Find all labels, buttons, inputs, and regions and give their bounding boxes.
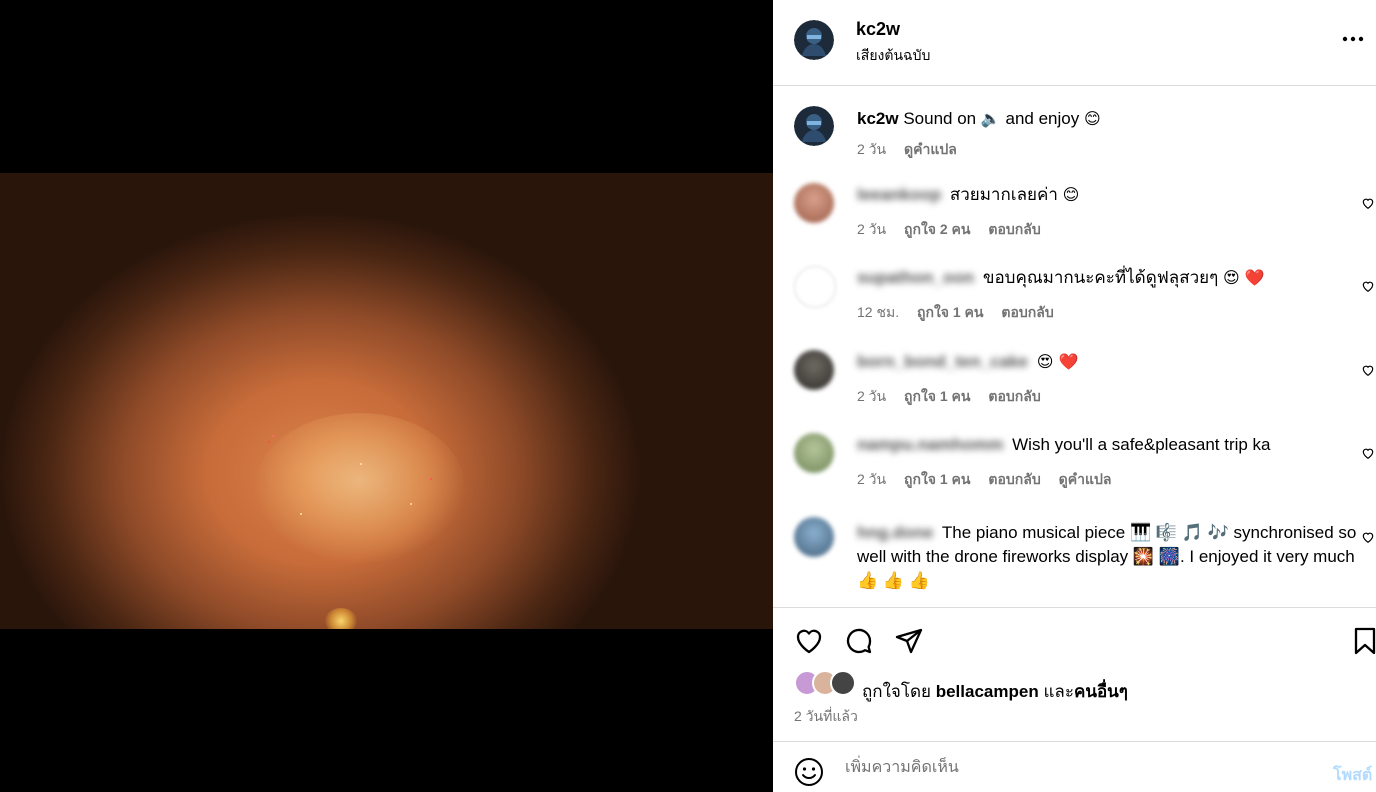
- comment-meta: 2 วัน ถูกใจ 2 คน ตอบกลับ: [857, 219, 1055, 241]
- comment-heart-icon[interactable]: [1361, 446, 1375, 460]
- comment-time: 2 วัน: [857, 221, 887, 237]
- smiley-icon[interactable]: [794, 757, 824, 787]
- post-media: [0, 0, 773, 792]
- comment-likes[interactable]: ถูกใจ 1 คน: [904, 388, 971, 404]
- speaker-emoji: 🔈: [980, 109, 1001, 128]
- comment-input[interactable]: [843, 755, 1287, 781]
- bookmark-icon[interactable]: [1349, 625, 1376, 657]
- comments-list[interactable]: kc2w Sound on 🔈 and enjoy 😊 2 วัน ดูคำแป…: [773, 86, 1376, 607]
- firework-spark: [410, 503, 412, 505]
- others-link[interactable]: คนอื่นๆ: [1074, 682, 1128, 701]
- comment-username[interactable]: hng.done: [857, 523, 933, 542]
- comment-text: born_bond_ten_cake 😍 ❤️: [857, 352, 1079, 371]
- reply-button[interactable]: ตอบกลับ: [988, 221, 1040, 237]
- post-header: kc2w เสียงต้นฉบับ: [773, 0, 1376, 86]
- comment-text: nampu.namhomm Wish you'll a safe&pleasan…: [857, 435, 1271, 454]
- post-timestamp[interactable]: 2 วันที่แล้ว: [794, 706, 858, 728]
- comment-text: supathon_oon ขอบคุณมากนะคะที่ได้ดูฟลุสวย…: [857, 268, 1265, 287]
- paper-plane-icon[interactable]: [893, 625, 925, 657]
- firework-burst-small: [325, 608, 357, 629]
- heart-icon[interactable]: [793, 625, 825, 657]
- comment-time: 12 ชม.: [857, 304, 900, 320]
- avatar[interactable]: [794, 106, 834, 146]
- fireworks-video[interactable]: [0, 173, 773, 629]
- caption-time: 2 วัน: [857, 141, 887, 157]
- reply-button[interactable]: ตอบกลับ: [988, 471, 1040, 487]
- avatar[interactable]: [794, 20, 834, 60]
- caption-meta: 2 วัน ดูคำแปล: [857, 139, 971, 161]
- post-caption: kc2w Sound on 🔈 and enjoy 😊 2 วัน ดูคำแป…: [773, 106, 1376, 176]
- post-author-username[interactable]: kc2w: [856, 19, 900, 40]
- comment-likes[interactable]: ถูกใจ 1 คน: [917, 304, 984, 320]
- firework-spark: [360, 463, 362, 465]
- comment-item: nampu.namhomm Wish you'll a safe&pleasan…: [773, 433, 1376, 503]
- post-panel: kc2w เสียงต้นฉบับ kc2w Sound on 🔈 and en…: [773, 0, 1376, 792]
- see-translation-button[interactable]: ดูคำแปล: [904, 141, 957, 157]
- comment-text: leeankoop สวยมากเลยค่า 😊: [857, 185, 1080, 204]
- smile-emoji: 😊: [1083, 109, 1101, 128]
- more-horizontal-icon: [1342, 36, 1364, 42]
- comment-time: 2 วัน: [857, 471, 887, 487]
- comment-meta: 2 วัน ถูกใจ 1 คน ตอบกลับ ดูคำแปล: [857, 469, 1125, 491]
- comment-username[interactable]: born_bond_ten_cake: [857, 352, 1028, 371]
- reply-button[interactable]: ตอบกลับ: [988, 388, 1040, 404]
- firework-spark: [272, 435, 274, 437]
- comment-item: hng.done The piano musical piece 🎹 🎼 🎵 🎶…: [773, 517, 1376, 607]
- add-comment-bar: โพสต์: [773, 741, 1376, 792]
- firework-burst: [255, 413, 465, 563]
- comment-likes[interactable]: ถูกใจ 2 คน: [904, 221, 971, 237]
- reply-button[interactable]: ตอบกลับ: [1001, 304, 1053, 320]
- firework-spark: [268, 441, 270, 443]
- comment-text: hng.done The piano musical piece 🎹 🎼 🎵 🎶…: [857, 523, 1357, 590]
- comment-heart-icon[interactable]: [1361, 530, 1375, 544]
- caption-username[interactable]: kc2w: [857, 109, 899, 128]
- comment-meta: 12 ชม. ถูกใจ 1 คน ตอบกลับ: [857, 302, 1068, 324]
- comment-likes[interactable]: ถูกใจ 1 คน: [904, 471, 971, 487]
- post-comment-button[interactable]: โพสต์: [1333, 763, 1372, 788]
- avatar[interactable]: [794, 266, 836, 308]
- original-audio-link[interactable]: เสียงต้นฉบับ: [856, 45, 930, 67]
- comment-item: leeankoop สวยมากเลยค่า 😊 2 วัน ถูกใจ 2 ค…: [773, 183, 1376, 253]
- comment-bubble-icon[interactable]: [843, 625, 875, 657]
- liked-by-text: ถูกใจโดย bellacampen และคนอื่นๆ: [862, 682, 1128, 701]
- avatar[interactable]: [794, 350, 834, 390]
- comment-item: supathon_oon ขอบคุณมากนะคะที่ได้ดูฟลุสวย…: [773, 266, 1376, 336]
- liked-by-username[interactable]: bellacampen: [936, 682, 1039, 701]
- more-options-button[interactable]: [1339, 26, 1367, 52]
- comment-meta: 2 วัน ถูกใจ 1 คน ตอบกลับ: [857, 386, 1055, 408]
- comment-heart-icon[interactable]: [1361, 279, 1375, 293]
- comment-username[interactable]: nampu.namhomm: [857, 435, 1003, 454]
- comment-username[interactable]: supathon_oon: [857, 268, 974, 287]
- avatar[interactable]: [794, 183, 834, 223]
- comment-heart-icon[interactable]: [1361, 196, 1375, 210]
- avatar[interactable]: [794, 433, 834, 473]
- post-actions: ถูกใจโดย bellacampen และคนอื่นๆ 2 วันที่…: [773, 607, 1376, 742]
- comment-time: 2 วัน: [857, 388, 887, 404]
- liked-by-avatars[interactable]: [794, 670, 860, 696]
- comment-heart-icon[interactable]: [1361, 363, 1375, 377]
- caption-text: kc2w Sound on 🔈 and enjoy 😊: [857, 109, 1101, 128]
- firework-spark: [430, 478, 432, 480]
- avatar[interactable]: [794, 517, 834, 557]
- comment-username[interactable]: leeankoop: [857, 185, 941, 204]
- firework-spark: [300, 513, 302, 515]
- comment-item: born_bond_ten_cake 😍 ❤️ 2 วัน ถูกใจ 1 คน…: [773, 350, 1376, 420]
- see-translation-button[interactable]: ดูคำแปล: [1059, 471, 1112, 487]
